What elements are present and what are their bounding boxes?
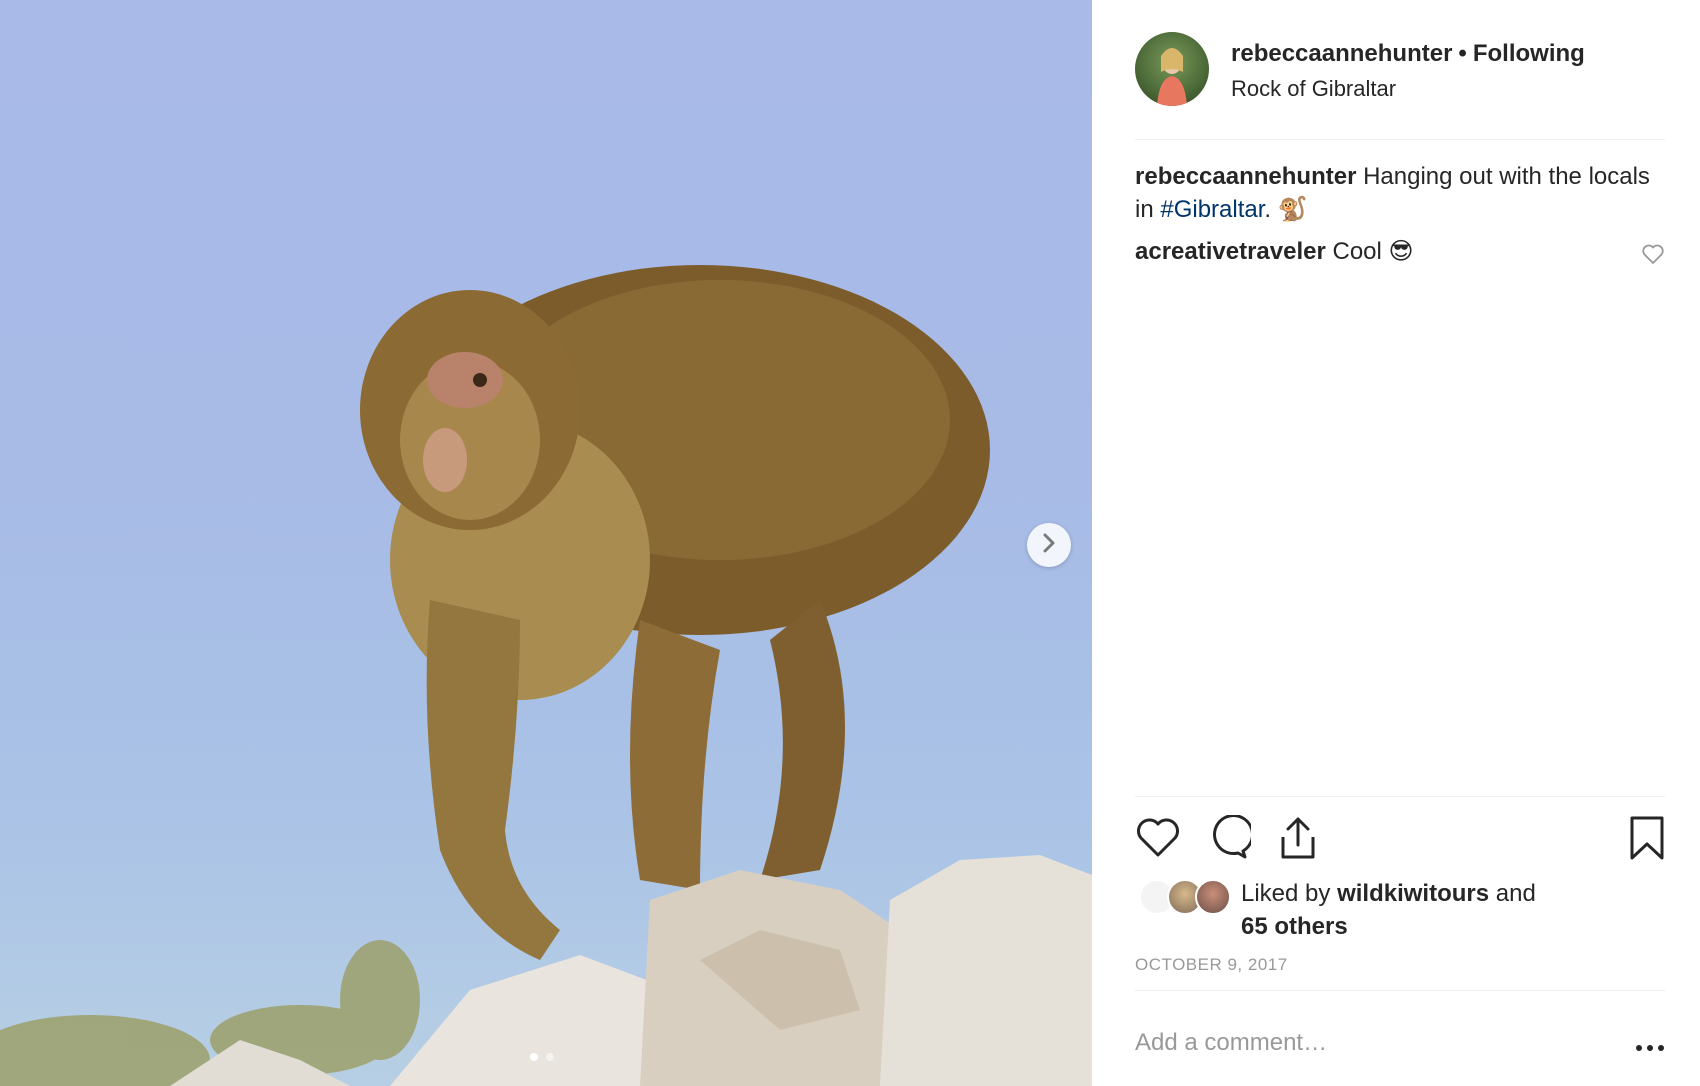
avatar[interactable] [1135,32,1209,106]
next-slide-button[interactable] [1027,523,1071,567]
more-options-icon[interactable] [1635,1039,1665,1057]
separator-dot: • [1458,40,1467,67]
comment-input[interactable] [1135,1029,1595,1057]
liker-avatar [1195,879,1231,915]
likes-suffix: and [1495,880,1536,907]
heart-icon[interactable] [1641,241,1665,274]
likes-prefix: Liked by [1241,880,1331,907]
bookmark-icon[interactable] [1629,815,1665,866]
post-details-panel: rebeccaannehunter • Following Rock of Gibr… [1092,0,1700,1086]
chevron-right-icon [1042,533,1056,558]
location-link[interactable]: Rock of Gibraltar [1231,76,1396,102]
heart-icon[interactable] [1135,815,1181,864]
liker-avatars[interactable] [1139,879,1231,919]
liker-username[interactable]: wildkiwitours [1337,880,1489,907]
hashtag-link[interactable]: #Gibraltar [1160,196,1264,223]
carousel-dot-1 [530,1053,538,1061]
carousel-indicator [530,1053,554,1061]
post-photo[interactable] [0,0,1092,1086]
post-actions-area: Liked by wildkiwitours and 65 others OCT… [1135,796,1665,974]
likes-summary: Liked by wildkiwitours and 65 others [1241,877,1536,943]
share-icon[interactable] [1275,815,1321,866]
post-date[interactable]: OCTOBER 9, 2017 [1135,955,1288,975]
others-link[interactable]: 65 others [1241,913,1348,940]
likes-section: Liked by wildkiwitours and 65 others [1135,877,1665,947]
comment-text: Cool 😎 [1332,238,1414,265]
caption-username[interactable]: rebeccaannehunter [1135,163,1356,190]
owner-username[interactable]: rebeccaannehunter [1231,40,1452,67]
following-button[interactable]: Following [1473,40,1585,67]
post-header: rebeccaannehunter • Following Rock of Gibr… [1135,32,1665,140]
comment-icon[interactable] [1205,814,1254,864]
action-bar [1135,814,1665,866]
carousel-dot-2 [546,1053,554,1061]
comments-section: rebeccaannehunter Hanging out with the l… [1135,160,1665,268]
add-comment-bar [1135,990,1665,1086]
macaque-photo [0,265,1092,1086]
post-caption: rebeccaannehunter Hanging out with the l… [1135,160,1665,226]
comment-item: acreativetraveler Cool 😎 [1135,235,1665,268]
comment-username[interactable]: acreativetraveler [1135,238,1326,265]
caption-text-end: . 🐒 [1264,196,1308,223]
